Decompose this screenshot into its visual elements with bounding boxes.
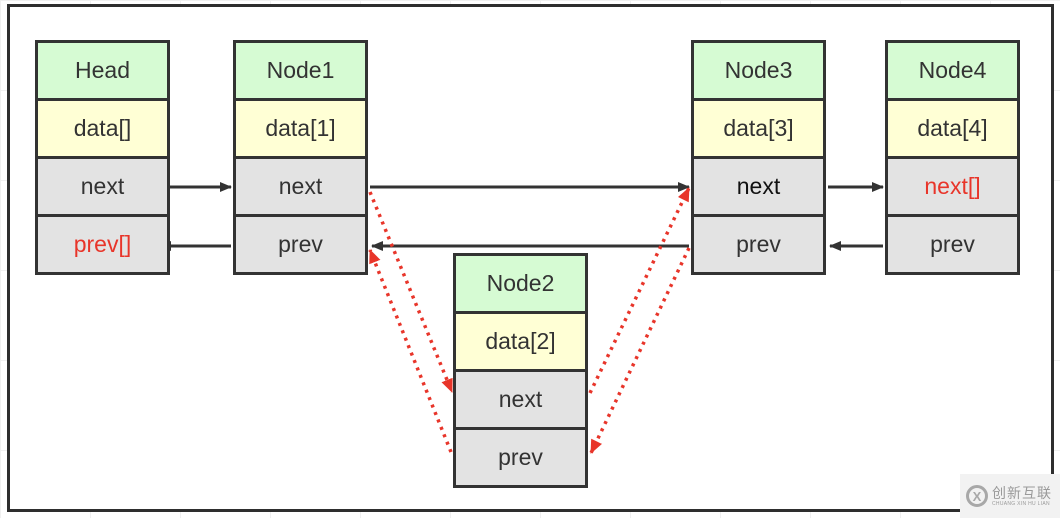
node-prev-pointer: prev xyxy=(694,217,823,272)
node-data: data[] xyxy=(38,101,167,156)
node-prev-pointer: prev xyxy=(236,217,365,272)
node-title: Node2 xyxy=(456,256,585,311)
node-data: data[1] xyxy=(236,101,365,156)
edge-node1-next-to-node2-next xyxy=(368,191,454,393)
node-data: data[2] xyxy=(456,314,585,369)
node-head: Head data[] next prev[] xyxy=(35,40,170,275)
node-prev-pointer: prev xyxy=(456,430,585,485)
node-next-pointer: next xyxy=(456,372,585,427)
node-title: Head xyxy=(38,43,167,98)
node-1: Node1 data[1] next prev xyxy=(233,40,368,275)
watermark: X 创新互联 CHUANG XIN HU LIAN xyxy=(960,474,1060,518)
node-prev-pointer: prev[] xyxy=(38,217,167,272)
edge-node3-prev-to-node2-prev xyxy=(589,247,691,454)
node-data: data[4] xyxy=(888,101,1017,156)
node-prev-pointer: prev xyxy=(888,217,1017,272)
node-next-pointer: next[] xyxy=(888,159,1017,214)
node-data: data[3] xyxy=(694,101,823,156)
node-3: Node3 data[3] next prev xyxy=(691,40,826,275)
edge-node2-next-to-node3-next xyxy=(588,187,691,394)
edge-node2-prev-to-node1-prev xyxy=(368,249,453,453)
node-next-pointer: next xyxy=(694,159,823,214)
watermark-text-en: CHUANG XIN HU LIAN xyxy=(992,500,1050,507)
node-2: Node2 data[2] next prev xyxy=(453,253,588,488)
node-title: Node4 xyxy=(888,43,1017,98)
node-title: Node1 xyxy=(236,43,365,98)
node-next-pointer: next xyxy=(236,159,365,214)
node-next-pointer: next xyxy=(38,159,167,214)
watermark-logo-icon: X xyxy=(966,485,988,507)
node-title: Node3 xyxy=(694,43,823,98)
watermark-text-cn: 创新互联 xyxy=(992,484,1052,501)
node-4: Node4 data[4] next[] prev xyxy=(885,40,1020,275)
